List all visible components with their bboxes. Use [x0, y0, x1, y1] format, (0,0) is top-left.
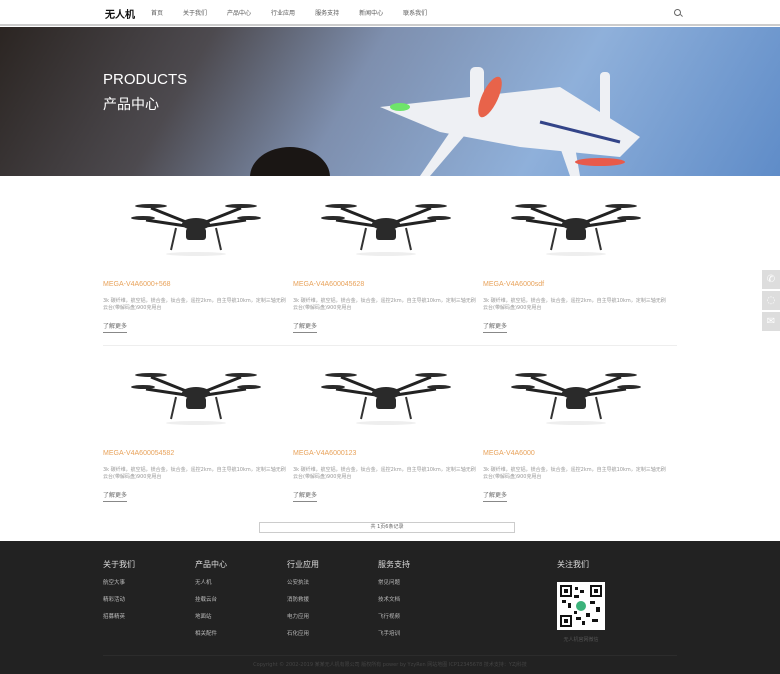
product-description: 3k 碳纤维，航空铝，镁合金，钛合金，遥控2km，自主导航10km，定制三轴无刷… — [483, 467, 666, 480]
footer-link[interactable]: 常见问题 — [378, 578, 410, 586]
footer-column: 服务支持常见问题技术文档飞行视频飞手培训 — [378, 559, 410, 646]
product-card[interactable]: MEGA-V4A6000123 3k 碳纤维，航空铝，镁合金，钛合金，遥控2km… — [293, 354, 478, 502]
phone-icon[interactable]: ✆ — [762, 270, 780, 289]
product-title[interactable]: MEGA-V4A6000+568 — [103, 281, 288, 288]
footer-column: 关于我们航空大事精彩活动招募精英 — [103, 559, 135, 629]
nav-industry[interactable]: 行业应用 — [271, 8, 295, 17]
nav-contact[interactable]: 联系我们 — [403, 8, 427, 17]
footer-link[interactable]: 精彩活动 — [103, 595, 135, 603]
footer-link[interactable]: 地面站 — [195, 612, 227, 620]
product-card[interactable]: MEGA-V4A600054582 3k 碳纤维，航空铝，镁合金，钛合金，遥控2… — [103, 354, 288, 502]
footer-link[interactable]: 挂载云台 — [195, 595, 227, 603]
banner-title-en: PRODUCTS — [103, 71, 188, 88]
footer-follow-title: 关注我们 — [557, 560, 589, 569]
footer-column-title: 服务支持 — [378, 560, 410, 569]
row-divider — [103, 345, 677, 346]
product-description: 3k 碳纤维，航空铝，镁合金，钛合金，遥控2km，自主导航10km，定制三轴无刷… — [103, 467, 286, 480]
copyright: Copyright © 2002-2019 某某无人机有限公司 版权所有 pow… — [253, 662, 527, 668]
footer-link[interactable]: 航空大事 — [103, 578, 135, 586]
product-image[interactable] — [293, 354, 478, 434]
learn-more-link[interactable]: 了解更多 — [103, 321, 128, 333]
footer-link[interactable]: 相关配件 — [195, 629, 227, 637]
footer-column-title: 关于我们 — [103, 560, 135, 569]
product-title[interactable]: MEGA-V4A6000sdf — [483, 281, 668, 288]
learn-more-link[interactable]: 了解更多 — [293, 490, 318, 502]
nav-products[interactable]: 产品中心 — [227, 8, 251, 17]
product-title[interactable]: MEGA-V4A600054582 — [103, 450, 288, 457]
learn-more-link[interactable]: 了解更多 — [483, 321, 508, 333]
banner-title-cn: 产品中心 — [103, 97, 159, 113]
footer-link[interactable]: 消防救援 — [287, 595, 319, 603]
qr-caption: 无人机官网微信 — [563, 637, 599, 643]
logo[interactable]: 无人机 — [105, 6, 135, 21]
footer-column: 行业应用公安执法消防救援电力应用石化应用 — [287, 559, 319, 646]
product-image[interactable] — [483, 185, 668, 265]
header: 无人机 首页 关于我们 产品中心 行业应用 服务支持 新闻中心 联系我们 — [0, 0, 780, 26]
mail-icon[interactable]: ✉ — [762, 312, 780, 331]
product-image[interactable] — [103, 185, 288, 265]
product-card[interactable]: MEGA-V4A6000sdf 3k 碳纤维，航空铝，镁合金，钛合金，遥控2km… — [483, 185, 668, 333]
product-image[interactable] — [103, 354, 288, 434]
learn-more-link[interactable]: 了解更多 — [103, 490, 128, 502]
learn-more-link[interactable]: 了解更多 — [483, 490, 508, 502]
footer-link[interactable]: 招募精英 — [103, 612, 135, 620]
footer-divider — [103, 655, 677, 656]
product-image[interactable] — [293, 185, 478, 265]
chat-icon[interactable]: ◌ — [762, 291, 780, 310]
footer-link[interactable]: 无人机 — [195, 578, 227, 586]
nav-about[interactable]: 关于我们 — [183, 8, 207, 17]
footer-link[interactable]: 电力应用 — [287, 612, 319, 620]
footer-follow: 关注我们 — [557, 559, 589, 578]
pagination-info: 共 1页6条记录 — [259, 522, 515, 533]
footer-link[interactable]: 飞行视频 — [378, 612, 410, 620]
product-description: 3k 碳纤维，航空铝，镁合金，钛合金，遥控2km，自主导航10km，定制三轴无刷… — [483, 298, 666, 311]
qr-code — [557, 582, 605, 630]
footer-link[interactable]: 公安执法 — [287, 578, 319, 586]
search-icon[interactable] — [674, 9, 681, 16]
footer-link[interactable]: 石化应用 — [287, 629, 319, 637]
product-description: 3k 碳纤维，航空铝，镁合金，钛合金，遥控2km，自主导航10km，定制三轴无刷… — [293, 298, 476, 311]
learn-more-link[interactable]: 了解更多 — [293, 321, 318, 333]
product-card[interactable]: MEGA-V4A6000 3k 碳纤维，航空铝，镁合金，钛合金，遥控2km，自主… — [483, 354, 668, 502]
product-title[interactable]: MEGA-V4A6000123 — [293, 450, 478, 457]
footer: 关于我们航空大事精彩活动招募精英 产品中心无人机挂载云台地面站相关配件 行业应用公安… — [0, 541, 780, 674]
product-description: 3k 碳纤维，航空铝，镁合金，钛合金，遥控2km，自主导航10km，定制三轴无刷… — [103, 298, 286, 311]
footer-link[interactable]: 技术文档 — [378, 595, 410, 603]
product-image[interactable] — [483, 354, 668, 434]
footer-link[interactable]: 飞手培训 — [378, 629, 410, 637]
footer-column-title: 行业应用 — [287, 560, 319, 569]
nav-news[interactable]: 新闻中心 — [359, 8, 383, 17]
product-card[interactable]: MEGA-V4A600045628 3k 碳纤维，航空铝，镁合金，钛合金，遥控2… — [293, 185, 478, 333]
product-description: 3k 碳纤维，航空铝，镁合金，钛合金，遥控2km，自主导航10km，定制三轴无刷… — [293, 467, 476, 480]
nav-support[interactable]: 服务支持 — [315, 8, 339, 17]
nav-home[interactable]: 首页 — [151, 8, 163, 17]
footer-column: 产品中心无人机挂载云台地面站相关配件 — [195, 559, 227, 646]
product-title[interactable]: MEGA-V4A600045628 — [293, 281, 478, 288]
footer-column-title: 产品中心 — [195, 560, 227, 569]
banner: PRODUCTS 产品中心 — [0, 27, 780, 176]
product-title[interactable]: MEGA-V4A6000 — [483, 450, 668, 457]
product-card[interactable]: MEGA-V4A6000+568 3k 碳纤维，航空铝，镁合金，钛合金，遥控2k… — [103, 185, 288, 333]
main-nav: 首页 关于我们 产品中心 行业应用 服务支持 新闻中心 联系我们 — [151, 8, 447, 17]
